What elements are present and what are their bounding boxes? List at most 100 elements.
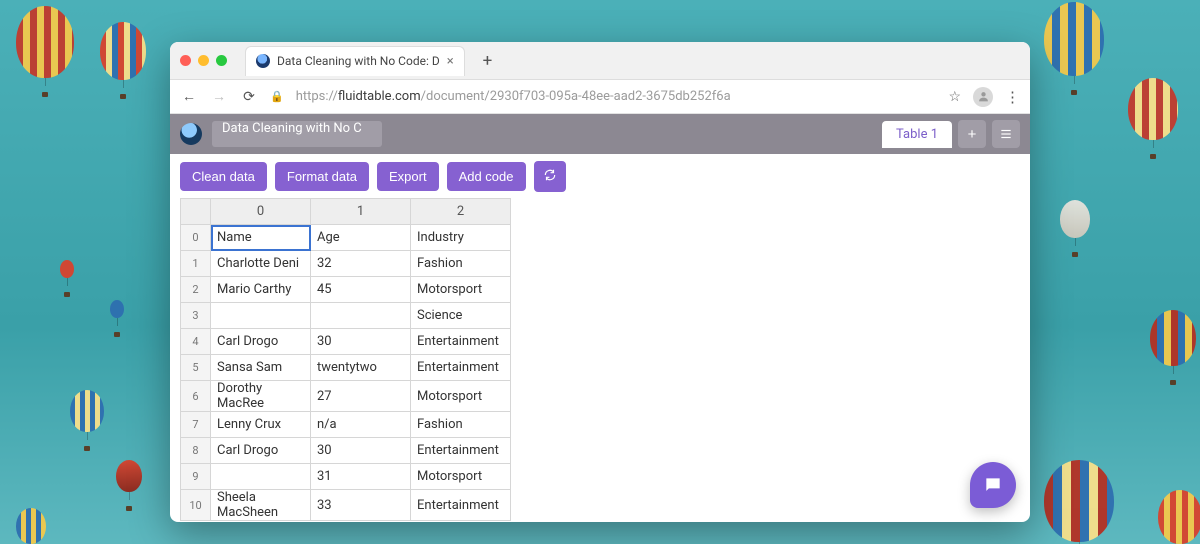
clean-data-button[interactable]: Clean data — [180, 162, 267, 191]
cell[interactable]: Lenny Crux — [211, 412, 311, 438]
cell[interactable]: Dorothy MacRee — [211, 381, 311, 412]
cell[interactable]: Motorsport — [411, 277, 511, 303]
cell[interactable]: Age — [311, 225, 411, 251]
cell[interactable] — [311, 303, 411, 329]
maximize-window-button[interactable] — [216, 55, 227, 66]
url-field[interactable]: https://fluidtable.com/document/2930f703… — [296, 89, 937, 104]
row-header[interactable]: 7 — [181, 412, 211, 438]
browser-window: Data Cleaning with No Code: D × + ← → ⟳ … — [170, 42, 1030, 522]
sheet-menu-button[interactable] — [992, 120, 1020, 148]
cell[interactable]: 45 — [311, 277, 411, 303]
profile-avatar[interactable] — [973, 87, 993, 107]
row-header[interactable]: 5 — [181, 355, 211, 381]
refresh-button[interactable] — [534, 161, 566, 192]
chat-fab-button[interactable] — [970, 462, 1016, 508]
browser-menu-button[interactable]: ⋮ — [1005, 88, 1020, 106]
url-scheme: https:// — [296, 89, 338, 104]
cell[interactable]: 30 — [311, 438, 411, 464]
spreadsheet[interactable]: 0120NameAgeIndustry1Charlotte Deni32Fash… — [170, 198, 1030, 522]
cell[interactable]: 27 — [311, 381, 411, 412]
balloon-decoration — [1128, 78, 1178, 159]
column-header[interactable]: 1 — [311, 199, 411, 225]
cell[interactable]: twentytwo — [311, 355, 411, 381]
add-code-button[interactable]: Add code — [447, 162, 526, 191]
export-button[interactable]: Export — [377, 162, 439, 191]
app-header: Data Cleaning with No C Table 1 + — [170, 114, 1030, 154]
cell[interactable]: Motorsport — [411, 464, 511, 490]
url-path: /document/2930f703-095a-48ee-aad2-3675db… — [421, 89, 731, 104]
cell[interactable]: Motorsport — [411, 381, 511, 412]
app-logo-icon — [180, 123, 202, 145]
cell[interactable]: Entertainment — [411, 355, 511, 381]
toolbar: Clean data Format data Export Add code — [170, 154, 1030, 198]
cell[interactable]: Entertainment — [411, 490, 511, 521]
format-data-button[interactable]: Format data — [275, 162, 369, 191]
cell[interactable]: Fashion — [411, 412, 511, 438]
window-controls — [180, 55, 227, 66]
cell[interactable]: Mario Carthy — [211, 277, 311, 303]
cell[interactable]: Entertainment — [411, 329, 511, 355]
cell[interactable]: Fashion — [411, 251, 511, 277]
close-tab-button[interactable]: × — [447, 54, 454, 69]
cell[interactable]: 32 — [311, 251, 411, 277]
corner-cell[interactable] — [181, 199, 211, 225]
balloon-decoration — [110, 300, 124, 337]
row-header[interactable]: 9 — [181, 464, 211, 490]
favicon-icon — [256, 54, 270, 68]
sheet-tab-active[interactable]: Table 1 — [882, 121, 952, 148]
sheet-tabs: Table 1 + — [882, 120, 1020, 148]
back-button[interactable]: ← — [180, 88, 198, 105]
cell[interactable]: Carl Drogo — [211, 329, 311, 355]
row-header[interactable]: 8 — [181, 438, 211, 464]
cell[interactable] — [211, 303, 311, 329]
balloon-decoration — [16, 508, 46, 544]
balloon-decoration — [1044, 460, 1114, 544]
balloon-decoration — [1060, 200, 1090, 257]
cell[interactable]: Carl Drogo — [211, 438, 311, 464]
row-header[interactable]: 10 — [181, 490, 211, 521]
row-header[interactable]: 2 — [181, 277, 211, 303]
forward-button[interactable]: → — [210, 88, 228, 105]
cell[interactable]: 30 — [311, 329, 411, 355]
tab-title: Data Cleaning with No Code: D — [277, 54, 440, 68]
reload-button[interactable]: ⟳ — [240, 89, 258, 105]
new-tab-button[interactable]: + — [477, 51, 499, 71]
row-header[interactable]: 3 — [181, 303, 211, 329]
cell[interactable]: 33 — [311, 490, 411, 521]
balloon-decoration — [1044, 2, 1104, 95]
row-header[interactable]: 4 — [181, 329, 211, 355]
balloon-decoration — [16, 6, 74, 97]
app-area: Data Cleaning with No C Table 1 + Clean … — [170, 114, 1030, 522]
chat-icon — [983, 475, 1003, 495]
document-title-input[interactable]: Data Cleaning with No C — [212, 121, 382, 147]
address-bar: ← → ⟳ 🔒 https://fluidtable.com/document/… — [170, 80, 1030, 114]
row-header[interactable]: 1 — [181, 251, 211, 277]
browser-tab[interactable]: Data Cleaning with No Code: D × — [245, 46, 465, 76]
cell[interactable]: n/a — [311, 412, 411, 438]
cell[interactable]: Entertainment — [411, 438, 511, 464]
cell[interactable]: Name — [211, 225, 311, 251]
add-sheet-button[interactable]: + — [958, 120, 986, 148]
balloon-decoration — [116, 460, 142, 511]
bookmark-button[interactable]: ☆ — [948, 89, 961, 105]
row-header[interactable]: 0 — [181, 225, 211, 251]
balloon-decoration — [1158, 490, 1200, 544]
balloon-decoration — [60, 260, 74, 297]
cell[interactable]: Charlotte Deni — [211, 251, 311, 277]
cell[interactable] — [211, 464, 311, 490]
close-window-button[interactable] — [180, 55, 191, 66]
cell[interactable]: Science — [411, 303, 511, 329]
minimize-window-button[interactable] — [198, 55, 209, 66]
cell[interactable]: 31 — [311, 464, 411, 490]
cell[interactable]: Sheela MacSheen — [211, 490, 311, 521]
balloon-decoration — [1150, 310, 1196, 385]
column-header[interactable]: 0 — [211, 199, 311, 225]
lock-icon: 🔒 — [270, 90, 284, 103]
balloon-decoration — [70, 390, 104, 451]
balloon-decoration — [100, 22, 146, 99]
row-header[interactable]: 6 — [181, 381, 211, 412]
column-header[interactable]: 2 — [411, 199, 511, 225]
cell[interactable]: Industry — [411, 225, 511, 251]
cell[interactable]: Sansa Sam — [211, 355, 311, 381]
titlebar: Data Cleaning with No Code: D × + — [170, 42, 1030, 80]
